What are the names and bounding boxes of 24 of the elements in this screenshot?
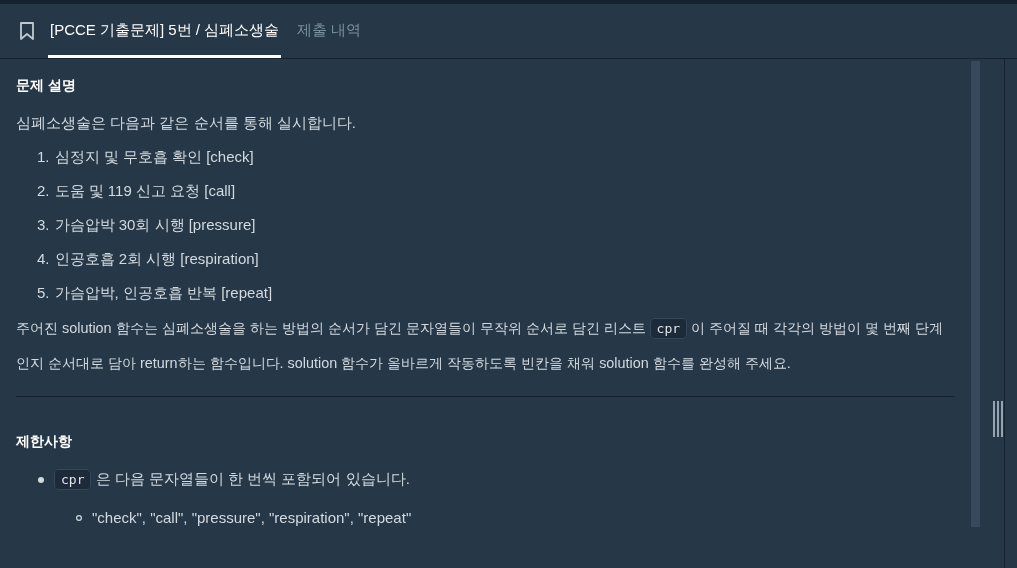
tab[interactable]: [PCCE 기출문제] 5번 / 심폐소생술: [48, 6, 282, 58]
list-item: cpr 은 다음 문자열들이 한 번씩 포함되어 있습니다.: [54, 465, 410, 494]
list-number: 2.: [37, 181, 50, 201]
list-number: 4.: [37, 249, 50, 269]
list-item: 가슴압박, 인공호흡 반복 [repeat]: [54, 283, 273, 303]
description-paragraph: 주어진 solution 함수는 심폐소생술을 하는 방법의 순서가 담긴 문자열들이 무작위 순서로 담긴 리스트 cpr 이 주어질 때 각각의 방법이 몇 번째 단계인지 순서대로 담아 return하는 함수입니다. solution 함수가 올바르게 작동하도록 빈칸을 채워 solution 함수를 완성해 주세요.: [16, 317, 945, 373]
list-number: 3.: [37, 215, 50, 235]
list-number: 1.: [37, 147, 50, 167]
resize-handle-icon[interactable]: [993, 401, 1003, 437]
list-item: 심정지 및 무호흡 확인 [check]: [54, 147, 254, 167]
list-number: 5.: [37, 283, 50, 303]
list-item: 도움 및 119 신고 요청 [call]: [54, 181, 236, 201]
circle-bullet-icon: [76, 515, 82, 521]
bookmark-icon[interactable]: [18, 21, 36, 41]
list-item: "check", "call", "pressure", "respiration", "repeat": [92, 508, 412, 528]
inline-code: cpr: [54, 469, 92, 490]
list-item: 인공호흡 2회 시행 [respiration]: [54, 249, 259, 269]
intro-text: 심폐소생술은 다음과 같은 순서를 통해 실시합니다.: [16, 113, 357, 133]
section-heading: 제한사항: [16, 432, 73, 451]
section-heading: 문제 설명: [16, 76, 77, 95]
tab[interactable]: 제출 내역: [295, 6, 364, 58]
inline-code: cpr: [649, 318, 688, 339]
bullet-icon: [38, 476, 44, 483]
list-item: 가슴압박 30회 시행 [pressure]: [54, 215, 256, 235]
